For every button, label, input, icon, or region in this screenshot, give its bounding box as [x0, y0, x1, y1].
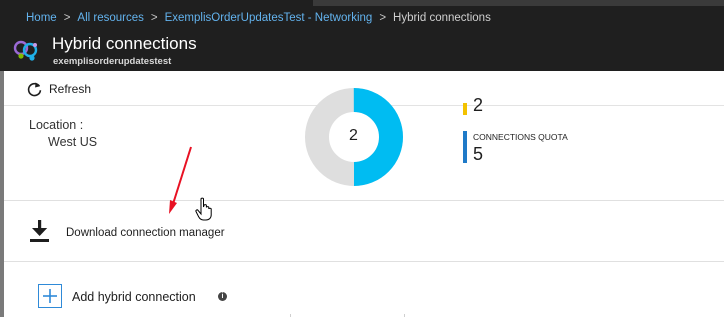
stat-top-indicator — [463, 103, 467, 115]
quota-indicator — [463, 131, 467, 163]
hand-cursor-icon — [195, 197, 212, 221]
divider — [4, 261, 724, 262]
annotation-arrow-icon — [169, 146, 192, 214]
search-bar[interactable] — [313, 0, 724, 6]
location-label: Location : — [29, 118, 84, 132]
add-hybrid-connection-button[interactable] — [38, 284, 62, 308]
add-hybrid-connection-label[interactable]: Add hybrid connection — [72, 290, 196, 304]
refresh-button[interactable]: Refresh — [26, 80, 91, 98]
breadcrumb-current: Hybrid connections — [393, 12, 491, 24]
breadcrumb-separator: > — [150, 12, 158, 24]
breadcrumb-all-resources[interactable]: All resources — [77, 12, 143, 24]
donut-center-value: 2 — [349, 127, 358, 144]
quota-label: CONNECTIONS QUOTA — [473, 132, 568, 142]
plus-icon — [43, 289, 57, 303]
breadcrumb-home[interactable]: Home — [26, 12, 57, 24]
breadcrumb-networking[interactable]: ExemplisOrderUpdatesTest - Networking — [165, 12, 373, 24]
location-value: West US — [48, 135, 98, 149]
page-title: Hybrid connections — [52, 34, 197, 53]
download-connection-manager-link[interactable]: Download connection manager — [66, 227, 225, 239]
divider — [4, 200, 724, 201]
page-subtitle: exemplisorderupdatestest — [53, 56, 172, 67]
refresh-label: Refresh — [49, 82, 92, 96]
top-header: Home > All resources > ExemplisOrderUpdatesT… — [0, 0, 724, 71]
info-icon[interactable]: i — [218, 292, 227, 301]
download-icon[interactable] — [29, 220, 50, 242]
quota-value: 5 — [473, 144, 484, 164]
stat-top-value: 2 — [473, 95, 484, 115]
breadcrumb-separator: > — [379, 12, 387, 24]
refresh-icon — [27, 81, 42, 96]
breadcrumb-separator: > — [63, 12, 71, 24]
breadcrumb: Home > All resources > ExemplisOrderUpdatesT… — [26, 12, 491, 26]
left-border — [0, 71, 4, 317]
hybrid-connections-icon — [12, 37, 40, 65]
